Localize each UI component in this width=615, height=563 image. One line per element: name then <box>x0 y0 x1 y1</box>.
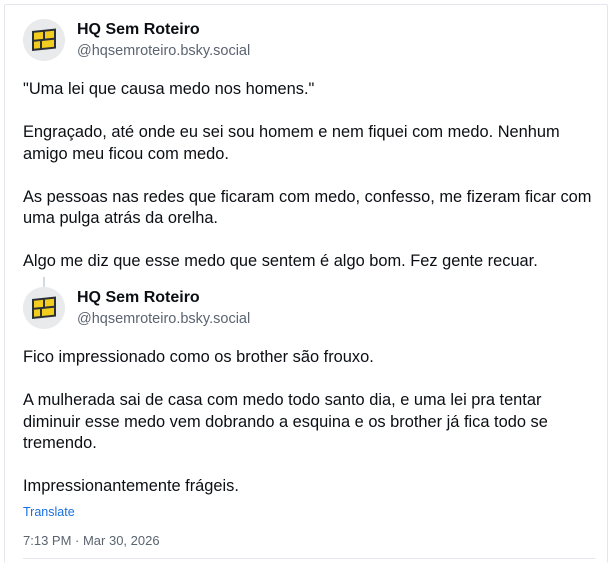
post-paragraph: "Uma lei que causa medo nos homens." <box>23 80 315 98</box>
post-text: "Uma lei que causa medo nos homens." Eng… <box>23 79 595 273</box>
display-name[interactable]: HQ Sem Roteiro <box>77 20 250 40</box>
avatar[interactable] <box>23 287 65 329</box>
translate-link[interactable]: Translate <box>23 505 75 519</box>
post-author: HQ Sem Roteiro @hqsemroteiro.bsky.social <box>77 288 250 329</box>
handle[interactable]: @hqsemroteiro.bsky.social <box>77 41 250 61</box>
post-paragraph: Impressionantemente frágeis. <box>23 477 239 495</box>
divider <box>23 558 595 559</box>
handle[interactable]: @hqsemroteiro.bsky.social <box>77 309 250 329</box>
post-author: HQ Sem Roteiro @hqsemroteiro.bsky.social <box>77 20 250 61</box>
post-paragraph: As pessoas nas redes que ficaram com med… <box>23 187 592 228</box>
thread-card: HQ Sem Roteiro @hqsemroteiro.bsky.social… <box>4 4 608 563</box>
post-timestamp[interactable]: 7:13 PM · Mar 30, 2026 <box>23 533 160 548</box>
post-paragraph: Algo me diz que esse medo que sentem é a… <box>23 252 538 270</box>
post-paragraph: A mulherada sai de casa com medo todo sa… <box>23 391 548 452</box>
display-name[interactable]: HQ Sem Roteiro <box>77 288 250 308</box>
post-paragraph: Fico impressionado como os brother são f… <box>23 348 374 366</box>
hq-sem-roteiro-logo-icon <box>23 19 65 61</box>
hq-sem-roteiro-logo-icon <box>23 287 65 329</box>
post-paragraph: Engraçado, até onde eu sei sou homem e n… <box>23 123 560 163</box>
avatar[interactable] <box>23 19 65 61</box>
post-text: Fico impressionado como os brother são f… <box>23 347 595 498</box>
